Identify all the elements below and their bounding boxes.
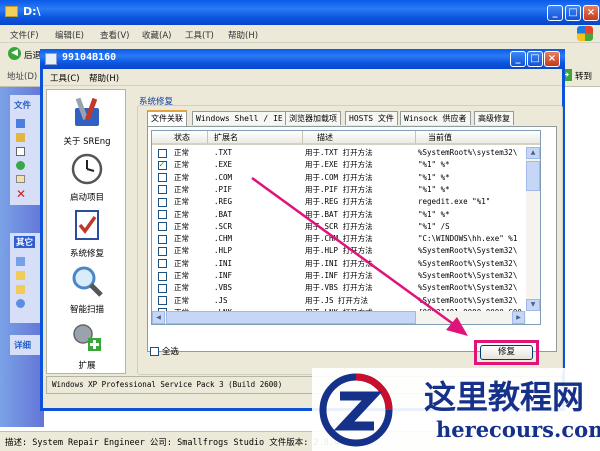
watermark-en: herecours.com: [436, 417, 600, 442]
watermark-cn: 这里教程网: [424, 378, 585, 416]
brand-logo-icon: [319, 373, 393, 447]
watermark: 这里教程网 herecours.com: [312, 368, 600, 451]
